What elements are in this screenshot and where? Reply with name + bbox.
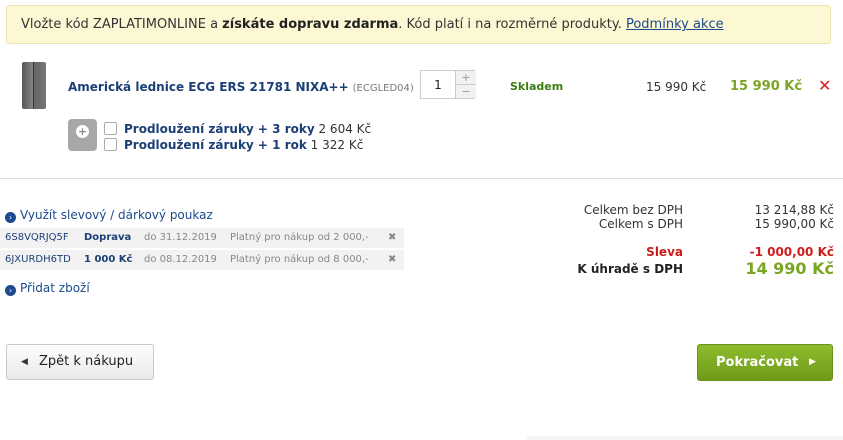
warranty-1y-checkbox[interactable]: [104, 138, 117, 151]
footer-edge: [527, 436, 843, 440]
add-item-link-text[interactable]: Přidat zboží: [20, 281, 90, 295]
add-item-link[interactable]: › Přidat zboží: [5, 281, 90, 296]
line-total-price: 15 990 Kč: [730, 79, 803, 94]
back-to-shopping-button[interactable]: ◀ Zpět k nákupu: [6, 344, 154, 380]
voucher-link[interactable]: › Využít slevový / dárkový poukaz: [5, 208, 213, 223]
product-name-text[interactable]: Americká lednice ECG ERS 21781 NIXA++: [68, 80, 349, 94]
total-no-vat-label: Celkem bez DPH: [583, 203, 683, 217]
remove-icon[interactable]: ✕: [818, 76, 831, 95]
warranty-1y-label[interactable]: Prodloužení záruky + 1 rok: [124, 138, 307, 152]
chevron-right-icon: ›: [5, 285, 16, 296]
voucher-remove-icon[interactable]: ✖: [388, 232, 396, 243]
quantity-stepper[interactable]: 1 + −: [420, 70, 476, 99]
warranty-option-3y[interactable]: Prodloužení záruky + 3 roky 2 604 Kč: [104, 122, 371, 136]
quantity-increase-button[interactable]: +: [455, 71, 476, 85]
promo-conditions-link[interactable]: Podmínky akce: [626, 17, 724, 32]
promo-text-bold: získáte dopravu zdarma: [222, 17, 399, 32]
total-vat-value: 15 990,00 Kč: [754, 217, 834, 231]
voucher-link-text[interactable]: Využít slevový / dárkový poukaz: [20, 208, 213, 222]
voucher-code: 6JXURDH6TD: [5, 254, 71, 265]
voucher-note: Platný pro nákup od 2 000,-: [230, 232, 369, 243]
amount-due-label: K úhradě s DPH: [577, 262, 683, 276]
chevron-right-icon: ▶: [809, 357, 816, 367]
total-vat-label: Celkem s DPH: [598, 217, 683, 231]
voucher-row: 6S8VQRJQ5F Doprava do 31.12.2019 Platný …: [0, 228, 404, 248]
product-name[interactable]: Americká lednice ECG ERS 21781 NIXA++ (EC…: [68, 80, 414, 94]
stock-status: Skladem: [510, 80, 564, 93]
back-button-label[interactable]: Zpět k nákupu: [39, 345, 133, 379]
quantity-decrease-button[interactable]: −: [455, 85, 476, 98]
warranty-3y-label[interactable]: Prodloužení záruky + 3 roky: [124, 122, 315, 136]
voucher-type: Doprava: [84, 232, 132, 243]
voucher-row: 6JXURDH6TD 1 000 Kč do 08.12.2019 Platný…: [0, 250, 404, 270]
voucher-type: 1 000 Kč: [84, 254, 133, 265]
discount-label: Sleva: [646, 245, 683, 259]
voucher-code: 6S8VQRJQ5F: [5, 232, 69, 243]
quantity-input[interactable]: 1: [421, 78, 455, 92]
unit-price: 15 990 Kč: [646, 80, 707, 94]
total-no-vat-value: 13 214,88 Kč: [754, 203, 834, 217]
product-image[interactable]: [22, 62, 46, 109]
voucher-date: do 31.12.2019: [144, 232, 217, 243]
warranty-3y-price: 2 604 Kč: [318, 122, 372, 136]
promo-text-pre: Vložte kód ZAPLATIMONLINE a: [21, 17, 223, 32]
voucher-remove-icon[interactable]: ✖: [388, 254, 396, 265]
continue-button-label[interactable]: Pokračovat: [716, 345, 798, 380]
warranty-badge-icon: [68, 119, 97, 151]
product-code: (ECGLED04): [352, 83, 414, 94]
amount-due-value: 14 990 Kč: [745, 259, 834, 278]
warranty-1y-price: 1 322 Kč: [310, 138, 364, 152]
promo-banner: Vložte kód ZAPLATIMONLINE a získáte dopr…: [6, 5, 831, 44]
warranty-option-1y[interactable]: Prodloužení záruky + 1 rok 1 322 Kč: [104, 138, 363, 152]
discount-value: -1 000,00 Kč: [749, 245, 834, 259]
chevron-left-icon: ◀: [21, 357, 28, 367]
voucher-date: do 08.12.2019: [144, 254, 217, 265]
chevron-right-icon: ›: [5, 212, 16, 223]
promo-text-post: . Kód platí i na rozměrné produkty.: [398, 17, 626, 32]
continue-button[interactable]: Pokračovat ▶: [697, 344, 833, 381]
voucher-note: Platný pro nákup od 8 000,-: [230, 254, 369, 265]
warranty-3y-checkbox[interactable]: [104, 122, 117, 135]
divider: [0, 178, 843, 179]
